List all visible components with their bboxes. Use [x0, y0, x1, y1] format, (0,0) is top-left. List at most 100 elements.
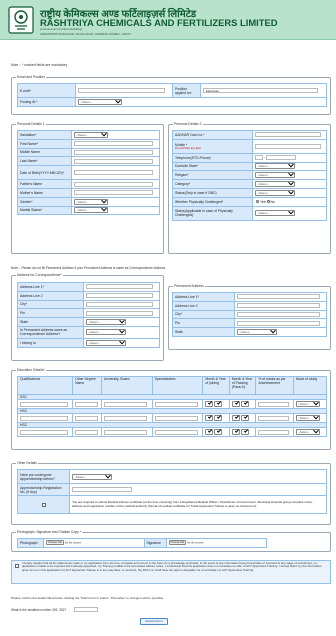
dob-input[interactable] [74, 170, 153, 176]
month-year-select[interactable] [205, 428, 214, 435]
father-name-input[interactable] [74, 181, 153, 187]
perm-pin-input[interactable] [237, 320, 320, 326]
std-input[interactable] [255, 155, 263, 161]
signature-choose-file-button[interactable]: Choose File [168, 540, 187, 546]
mode-of-study-select[interactable]: --Select-- [295, 414, 320, 421]
marital-status-select[interactable]: --Select-- [74, 207, 108, 214]
belong-select[interactable]: --Select-- [86, 339, 126, 346]
education-input[interactable] [154, 401, 199, 407]
education-input[interactable] [20, 401, 68, 407]
category-select[interactable]: --Select-- [255, 180, 295, 188]
position-input[interactable]: Electrician [203, 88, 318, 93]
education-input[interactable] [103, 401, 148, 407]
month-year-select[interactable] [240, 400, 249, 407]
corr-state-select[interactable]: --Select-- [86, 318, 126, 326]
month-year-select[interactable] [214, 428, 223, 435]
declaration-box: I hereby declare that all the statements… [11, 560, 331, 584]
education-header: Other Degree Name [72, 376, 102, 395]
chevron-down-icon [234, 428, 239, 433]
section-legend: Email and Position [16, 75, 47, 79]
gender-select[interactable]: --Select-- [74, 198, 108, 205]
education-input[interactable] [75, 415, 98, 421]
month-year-select[interactable] [205, 414, 214, 421]
challenged-status-select[interactable]: --Select-- [255, 208, 295, 217]
registration-no-input[interactable] [72, 487, 132, 492]
month-year-select[interactable] [240, 414, 249, 421]
education-input[interactable] [103, 415, 148, 421]
mother-name-input[interactable] [74, 190, 153, 196]
education-input[interactable] [258, 429, 290, 435]
perm-state-select[interactable]: --Select-- [237, 328, 277, 336]
education-table: Qualifications Other Degree Name Universit… [16, 376, 328, 437]
personal-details-1-table: Salutation* --Select-- First Name* Middle… [17, 130, 160, 216]
first-name-label: First Name* [17, 138, 72, 149]
medical-note: You are required to submit Medical Fitne… [69, 495, 327, 514]
email-label: E-mail* [17, 83, 76, 98]
challenged-no-radio[interactable] [266, 200, 270, 204]
month-year-select[interactable] [231, 414, 240, 421]
education-input[interactable] [103, 429, 148, 435]
obc-status-select[interactable]: --Select-- [255, 189, 295, 196]
education-input[interactable] [75, 429, 98, 435]
photo-choose-file-button[interactable]: Choose File [46, 540, 64, 546]
aadhar-input[interactable] [255, 132, 321, 138]
father-name-label: Father's Name [17, 179, 72, 189]
corr-line1-input[interactable] [86, 284, 154, 290]
declaration-checkbox[interactable] [15, 564, 19, 568]
education-input[interactable] [258, 415, 290, 421]
chevron-down-icon [217, 400, 222, 405]
month-year-select[interactable] [214, 400, 223, 407]
marital-status-label: Marital Status* [17, 205, 72, 216]
mode-of-study-select[interactable]: --Select-- [295, 428, 320, 435]
mobile-input[interactable] [255, 143, 321, 149]
dob-label: Date of Birth(YYYY-MM-DD)* [17, 165, 72, 181]
month-year-select[interactable] [231, 400, 240, 407]
perm-line2-input[interactable] [237, 303, 320, 309]
corr-city-input[interactable] [86, 301, 154, 307]
month-year-select[interactable] [240, 428, 249, 435]
perm-line1-input[interactable] [237, 294, 320, 300]
education-input[interactable] [154, 415, 199, 421]
education-input[interactable] [258, 401, 290, 407]
challenged-yes-radio[interactable] [256, 200, 259, 204]
salutation-select[interactable]: --Select-- [74, 131, 108, 138]
registration-no-label: Apprenticeship Registration No. (If Any) [17, 483, 70, 496]
chevron-down-icon [119, 318, 125, 324]
month-year-select[interactable] [205, 400, 214, 407]
corr-pin-input[interactable] [86, 310, 154, 316]
chevron-down-icon [313, 400, 319, 406]
medical-note-checkbox[interactable] [41, 502, 46, 507]
corr-city-label: City* [17, 299, 84, 310]
education-header: University, Board [100, 376, 153, 395]
education-input[interactable] [75, 401, 98, 407]
telephone-label: Telephone(STD-Phone) [172, 152, 253, 163]
chevron-down-icon [313, 414, 319, 420]
chevron-down-icon [234, 414, 239, 419]
perm-city-input[interactable] [237, 311, 320, 317]
education-input[interactable] [20, 429, 68, 435]
month-year-select[interactable] [231, 428, 240, 435]
middle-name-input[interactable] [74, 149, 153, 155]
perm-city-label: City* [172, 309, 235, 320]
corr-line2-input[interactable] [86, 293, 154, 299]
corr-line2-label: Address Line 2 [17, 290, 84, 301]
first-name-input[interactable] [74, 141, 153, 147]
phone-input[interactable] [266, 155, 297, 161]
captcha-input[interactable] [74, 607, 98, 612]
other-details-table: Have you undergone Apprenticeship before… [17, 469, 327, 514]
email-input[interactable] [78, 88, 166, 93]
mandatory-note: Note :- * marked fields are mandatory [11, 63, 68, 67]
apprenticeship-select[interactable]: --Select-- [72, 472, 112, 480]
month-year-select[interactable] [214, 414, 223, 421]
posting-select[interactable]: --Select-- [78, 98, 122, 105]
last-name-input[interactable] [74, 158, 153, 164]
education-input[interactable] [20, 415, 68, 421]
mode-of-study-select[interactable]: --Select-- [295, 400, 320, 407]
middle-name-label: Middle Name [17, 147, 72, 158]
photo-no-file-text: No file chosen [64, 541, 82, 545]
education-input[interactable] [154, 429, 199, 435]
same-address-select[interactable]: --Select-- [86, 328, 126, 336]
religion-select[interactable]: --Select-- [255, 171, 295, 179]
domicile-select[interactable]: --Select-- [255, 163, 295, 170]
submit-form-button[interactable]: Submit Form [140, 618, 168, 625]
